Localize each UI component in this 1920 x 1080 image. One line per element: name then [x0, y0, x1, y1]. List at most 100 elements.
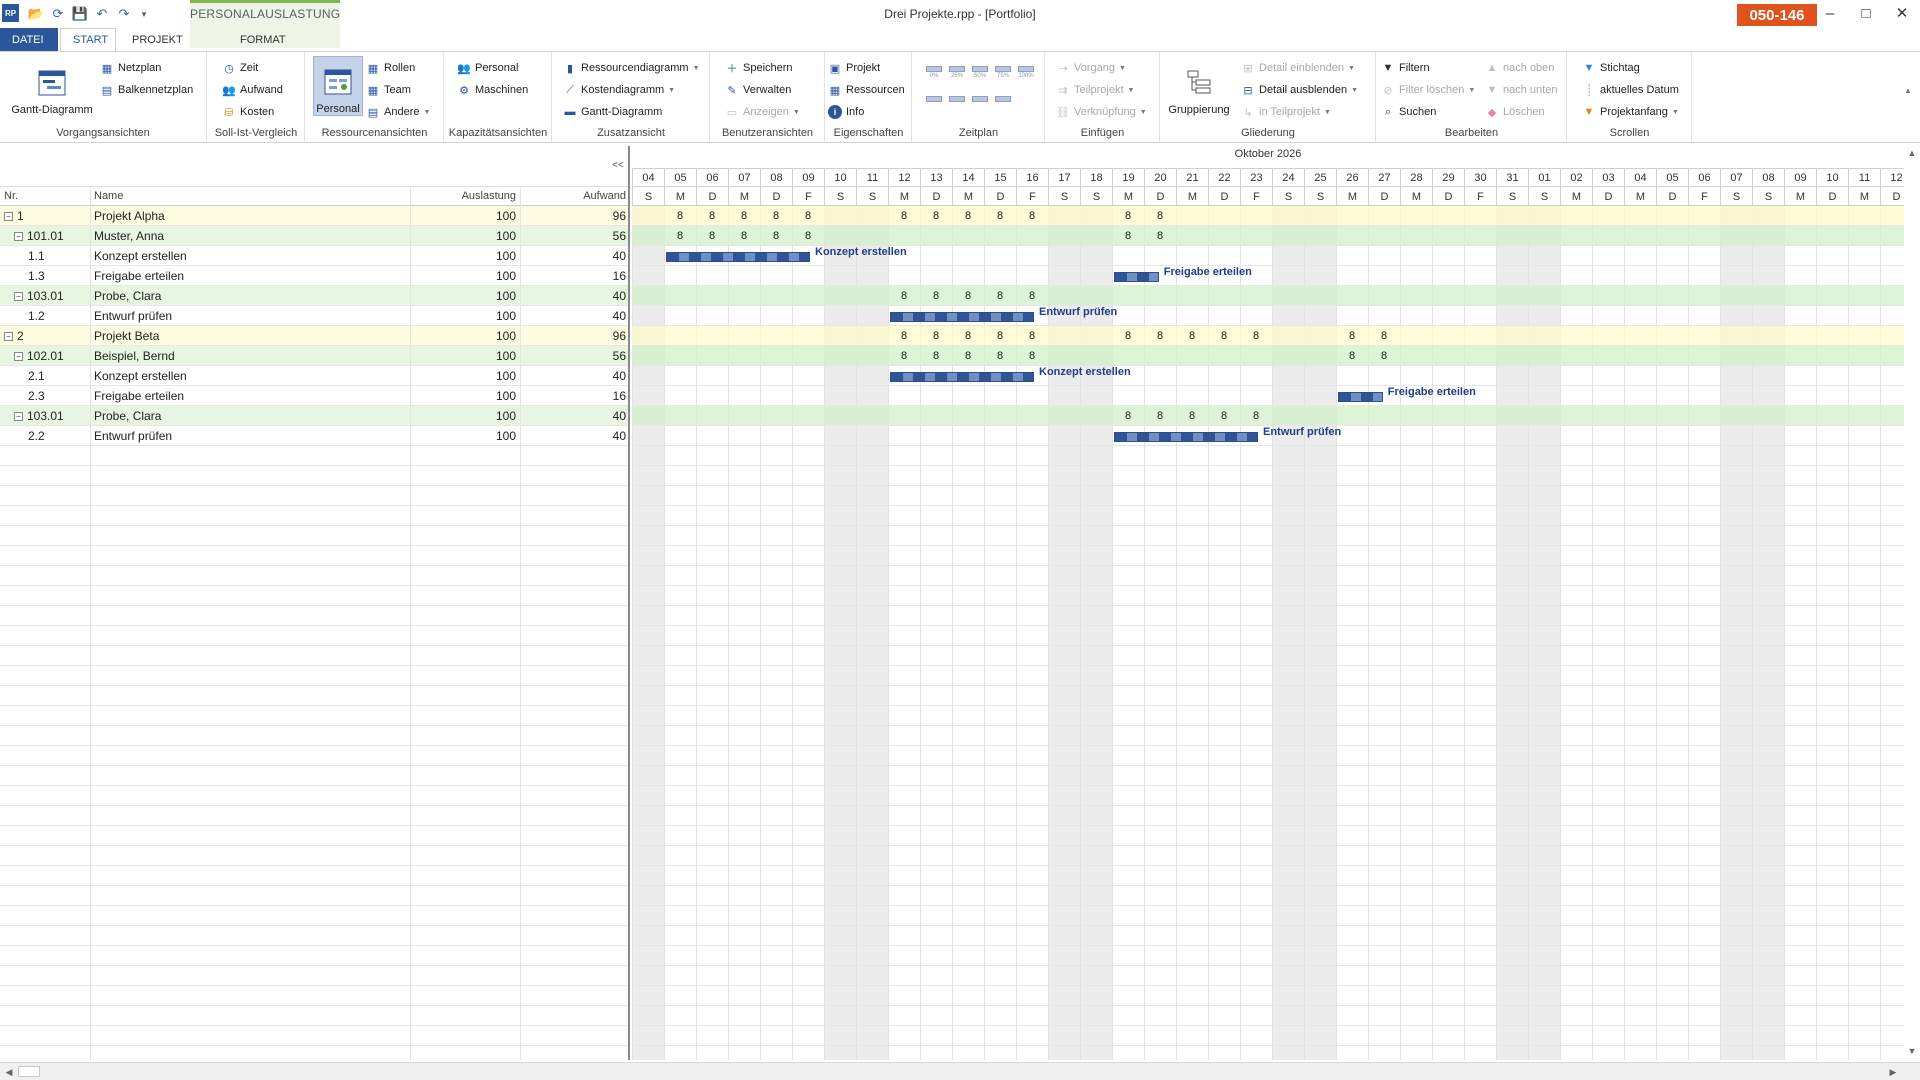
task-bar[interactable]	[1338, 392, 1383, 402]
collapse-toggle-icon[interactable]: −	[14, 231, 23, 241]
table-cell[interactable]: Entwurf prüfen	[90, 306, 410, 326]
task-bar[interactable]	[890, 312, 1034, 322]
tab-datei[interactable]: DATEI	[0, 28, 58, 52]
table-cell[interactable]: 100	[410, 386, 520, 406]
table-cell[interactable]: 2.3	[0, 386, 90, 406]
table-cell[interactable]: 100	[410, 306, 520, 326]
table-cell[interactable]: −101.01	[0, 226, 90, 246]
tab-projekt[interactable]: PROJEKT	[120, 28, 190, 52]
suchen-button[interactable]: ⌕ Suchen	[1381, 102, 1436, 122]
table-row[interactable]: −103.01 Probe, Clara 100 40	[0, 406, 628, 426]
table-cell[interactable]: Probe, Clara	[90, 286, 410, 306]
schedule-move-icon[interactable]	[925, 96, 943, 112]
nach-oben-button[interactable]: ▲ nach oben	[1485, 58, 1555, 78]
table-cell[interactable]: 40	[520, 406, 628, 426]
table-cell[interactable]: 100	[410, 326, 520, 346]
collapse-toggle-icon[interactable]: −	[4, 211, 13, 221]
ressourcen-properties-button[interactable]: ▦ Ressourcen	[828, 80, 905, 100]
team-button[interactable]: ▦ Team	[366, 80, 411, 100]
table-cell[interactable]: 96	[520, 326, 628, 346]
progress-25-icon[interactable]: 25%	[948, 66, 966, 82]
table-cell[interactable]: −103.01	[0, 406, 90, 426]
gruppierung-button[interactable]: Gruppierung	[1165, 56, 1233, 116]
collapse-toggle-icon[interactable]: −	[14, 411, 23, 421]
loeschen-button[interactable]: ◆ Löschen	[1485, 102, 1545, 122]
progress-100-icon[interactable]: 100%	[1017, 66, 1035, 82]
close-button[interactable]: ✕	[1888, 3, 1916, 23]
table-cell[interactable]: 40	[520, 426, 628, 446]
projektanfang-button[interactable]: ▼ Projektanfang ▼	[1582, 102, 1679, 122]
task-bar[interactable]	[890, 372, 1034, 382]
column-header-aufwand[interactable]: Aufwand	[520, 186, 628, 206]
table-cell[interactable]: 100	[410, 266, 520, 286]
tab-format[interactable]: FORMAT	[228, 28, 302, 52]
table-cell[interactable]: 2.1	[0, 366, 90, 386]
table-row[interactable]: 1.1 Konzept erstellen 100 40	[0, 246, 628, 266]
table-cell[interactable]: 2.2	[0, 426, 90, 446]
table-row[interactable]: −102.01 Beispiel, Bernd 100 56	[0, 346, 628, 366]
table-cell[interactable]: Entwurf prüfen	[90, 426, 410, 446]
table-cell[interactable]: Beispiel, Bernd	[90, 346, 410, 366]
filtern-button[interactable]: ▼ Filtern	[1381, 58, 1430, 78]
speichern-button[interactable]: ＋ Speichern	[725, 58, 793, 78]
table-cell[interactable]: 40	[520, 306, 628, 326]
zeit-button[interactable]: ◷ Zeit	[222, 58, 258, 78]
column-header-name[interactable]: Name	[90, 186, 410, 206]
table-cell[interactable]: 96	[520, 206, 628, 226]
andere-button[interactable]: ▤ Andere ▼	[366, 102, 431, 122]
table-row[interactable]: −101.01 Muster, Anna 100 56	[0, 226, 628, 246]
detail-ausblenden-button[interactable]: ⊟ Detail ausblenden ▼	[1241, 80, 1358, 100]
personal-view-button[interactable]: Personal	[313, 56, 363, 116]
kostendiagramm-button[interactable]: ⟋ Kostendiagramm ▼	[563, 80, 675, 100]
gantt-diagramm-button[interactable]: Gantt-Diagramm	[6, 56, 98, 116]
collapse-toggle-icon[interactable]: −	[14, 351, 23, 361]
table-cell[interactable]: Probe, Clara	[90, 406, 410, 426]
collapse-grid-button[interactable]: <<	[612, 160, 624, 171]
ressourcendiagramm-button[interactable]: ▮ Ressourcendiagramm ▼	[563, 58, 700, 78]
info-button[interactable]: i Info	[828, 102, 864, 122]
collapse-ribbon-icon[interactable]: ▲	[1904, 86, 1912, 95]
aktuelles-datum-button[interactable]: ┊ aktuelles Datum	[1582, 80, 1679, 100]
scroll-up-icon[interactable]: ▲	[1905, 146, 1919, 160]
verwalten-button[interactable]: ✎ Verwalten	[725, 80, 791, 100]
table-cell[interactable]: 100	[410, 406, 520, 426]
maschinen-button[interactable]: ⚙ Maschinen	[457, 80, 528, 100]
collapse-toggle-icon[interactable]: −	[14, 291, 23, 301]
rollen-button[interactable]: ▦ Rollen	[366, 58, 415, 78]
scroll-right-icon[interactable]: ▶	[1886, 1065, 1900, 1079]
table-cell[interactable]: Konzept erstellen	[90, 246, 410, 266]
filter-loeschen-button[interactable]: ⊘ Filter löschen ▼	[1381, 80, 1475, 100]
balkennetzplan-button[interactable]: ▤ Balkennetzplan	[100, 80, 193, 100]
aufwand-button[interactable]: 👥 Aufwand	[222, 80, 283, 100]
table-cell[interactable]: 56	[520, 226, 628, 246]
table-cell[interactable]: 100	[410, 226, 520, 246]
scroll-left-icon[interactable]: ◀	[2, 1065, 16, 1079]
table-cell[interactable]: Konzept erstellen	[90, 366, 410, 386]
anzeigen-button[interactable]: ▭ Anzeigen ▼	[725, 102, 800, 122]
nach-unten-button[interactable]: ▼ nach unten	[1485, 80, 1558, 100]
minimize-button[interactable]: –	[1816, 3, 1844, 23]
vertical-scrollbar[interactable]: ▲ ▼	[1904, 146, 1920, 1060]
table-cell[interactable]: Freigabe erteilen	[90, 266, 410, 286]
detail-einblenden-button[interactable]: ⊞ Detail einblenden ▼	[1241, 58, 1355, 78]
table-cell[interactable]: 16	[520, 266, 628, 286]
table-cell[interactable]: 100	[410, 346, 520, 366]
in-teilprojekt-button[interactable]: ↳ in Teilprojekt ▼	[1241, 102, 1331, 122]
column-header-auslastung[interactable]: Auslastung	[410, 186, 520, 206]
table-cell[interactable]: 1.1	[0, 246, 90, 266]
task-bar[interactable]	[1114, 272, 1159, 282]
table-cell[interactable]: −102.01	[0, 346, 90, 366]
table-row[interactable]: 1.2 Entwurf prüfen 100 40	[0, 306, 628, 326]
table-cell[interactable]: 40	[520, 286, 628, 306]
table-row[interactable]: −2 Projekt Beta 100 96	[0, 326, 628, 346]
table-row[interactable]: −103.01 Probe, Clara 100 40	[0, 286, 628, 306]
horizontal-scrollbar[interactable]: ◀ ▶	[0, 1062, 1920, 1080]
table-cell[interactable]: 100	[410, 246, 520, 266]
table-row[interactable]: 1.3 Freigabe erteilen 100 16	[0, 266, 628, 286]
table-cell[interactable]: 16	[520, 386, 628, 406]
table-cell[interactable]: 100	[410, 286, 520, 306]
schedule-link-icon[interactable]	[971, 96, 989, 112]
table-row[interactable]: −1 Projekt Alpha 100 96	[0, 206, 628, 226]
schedule-options-icon[interactable]	[994, 96, 1012, 112]
table-row[interactable]: 2.1 Konzept erstellen 100 40	[0, 366, 628, 386]
